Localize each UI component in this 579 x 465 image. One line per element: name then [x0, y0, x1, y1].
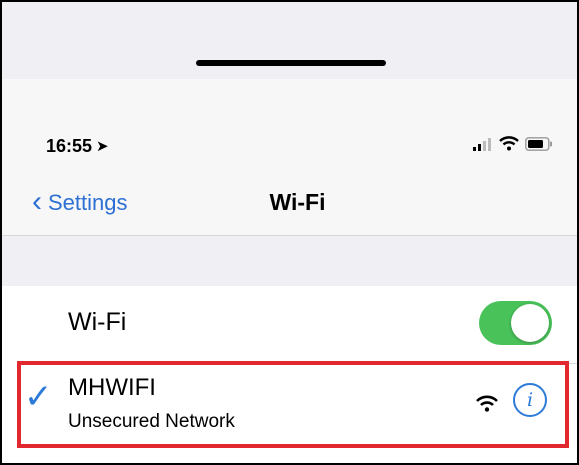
status-icons [473, 136, 553, 151]
network-security-status: Unsecured Network [68, 411, 235, 432]
wifi-toggle-switch[interactable] [479, 301, 552, 345]
page-title: Wi-Fi [269, 189, 326, 215]
toggle-knob [511, 304, 549, 342]
cellular-signal-icon [473, 137, 491, 151]
wifi-icon [499, 136, 519, 151]
screenshot-frame: 16:55 ➤ ‹ Settings Wi-Fi Wi-Fi ✓ MHWIFI … [0, 0, 579, 465]
status-bar [2, 82, 577, 177]
checkmark-icon: ✓ [24, 378, 53, 416]
battery-icon [525, 136, 552, 151]
location-arrow-icon: ➤ [96, 138, 109, 155]
sheet-grabber[interactable] [196, 60, 386, 66]
time-label: 16:55 [46, 136, 93, 156]
info-icon[interactable]: i [513, 383, 547, 417]
wifi-toggle-label: Wi-Fi [68, 308, 127, 336]
network-name: MHWIFI [68, 374, 156, 401]
section-gap [2, 235, 577, 287]
sheet-header [2, 2, 577, 79]
status-time: 16:55 ➤ [46, 136, 109, 157]
wifi-signal-icon [476, 395, 498, 412]
